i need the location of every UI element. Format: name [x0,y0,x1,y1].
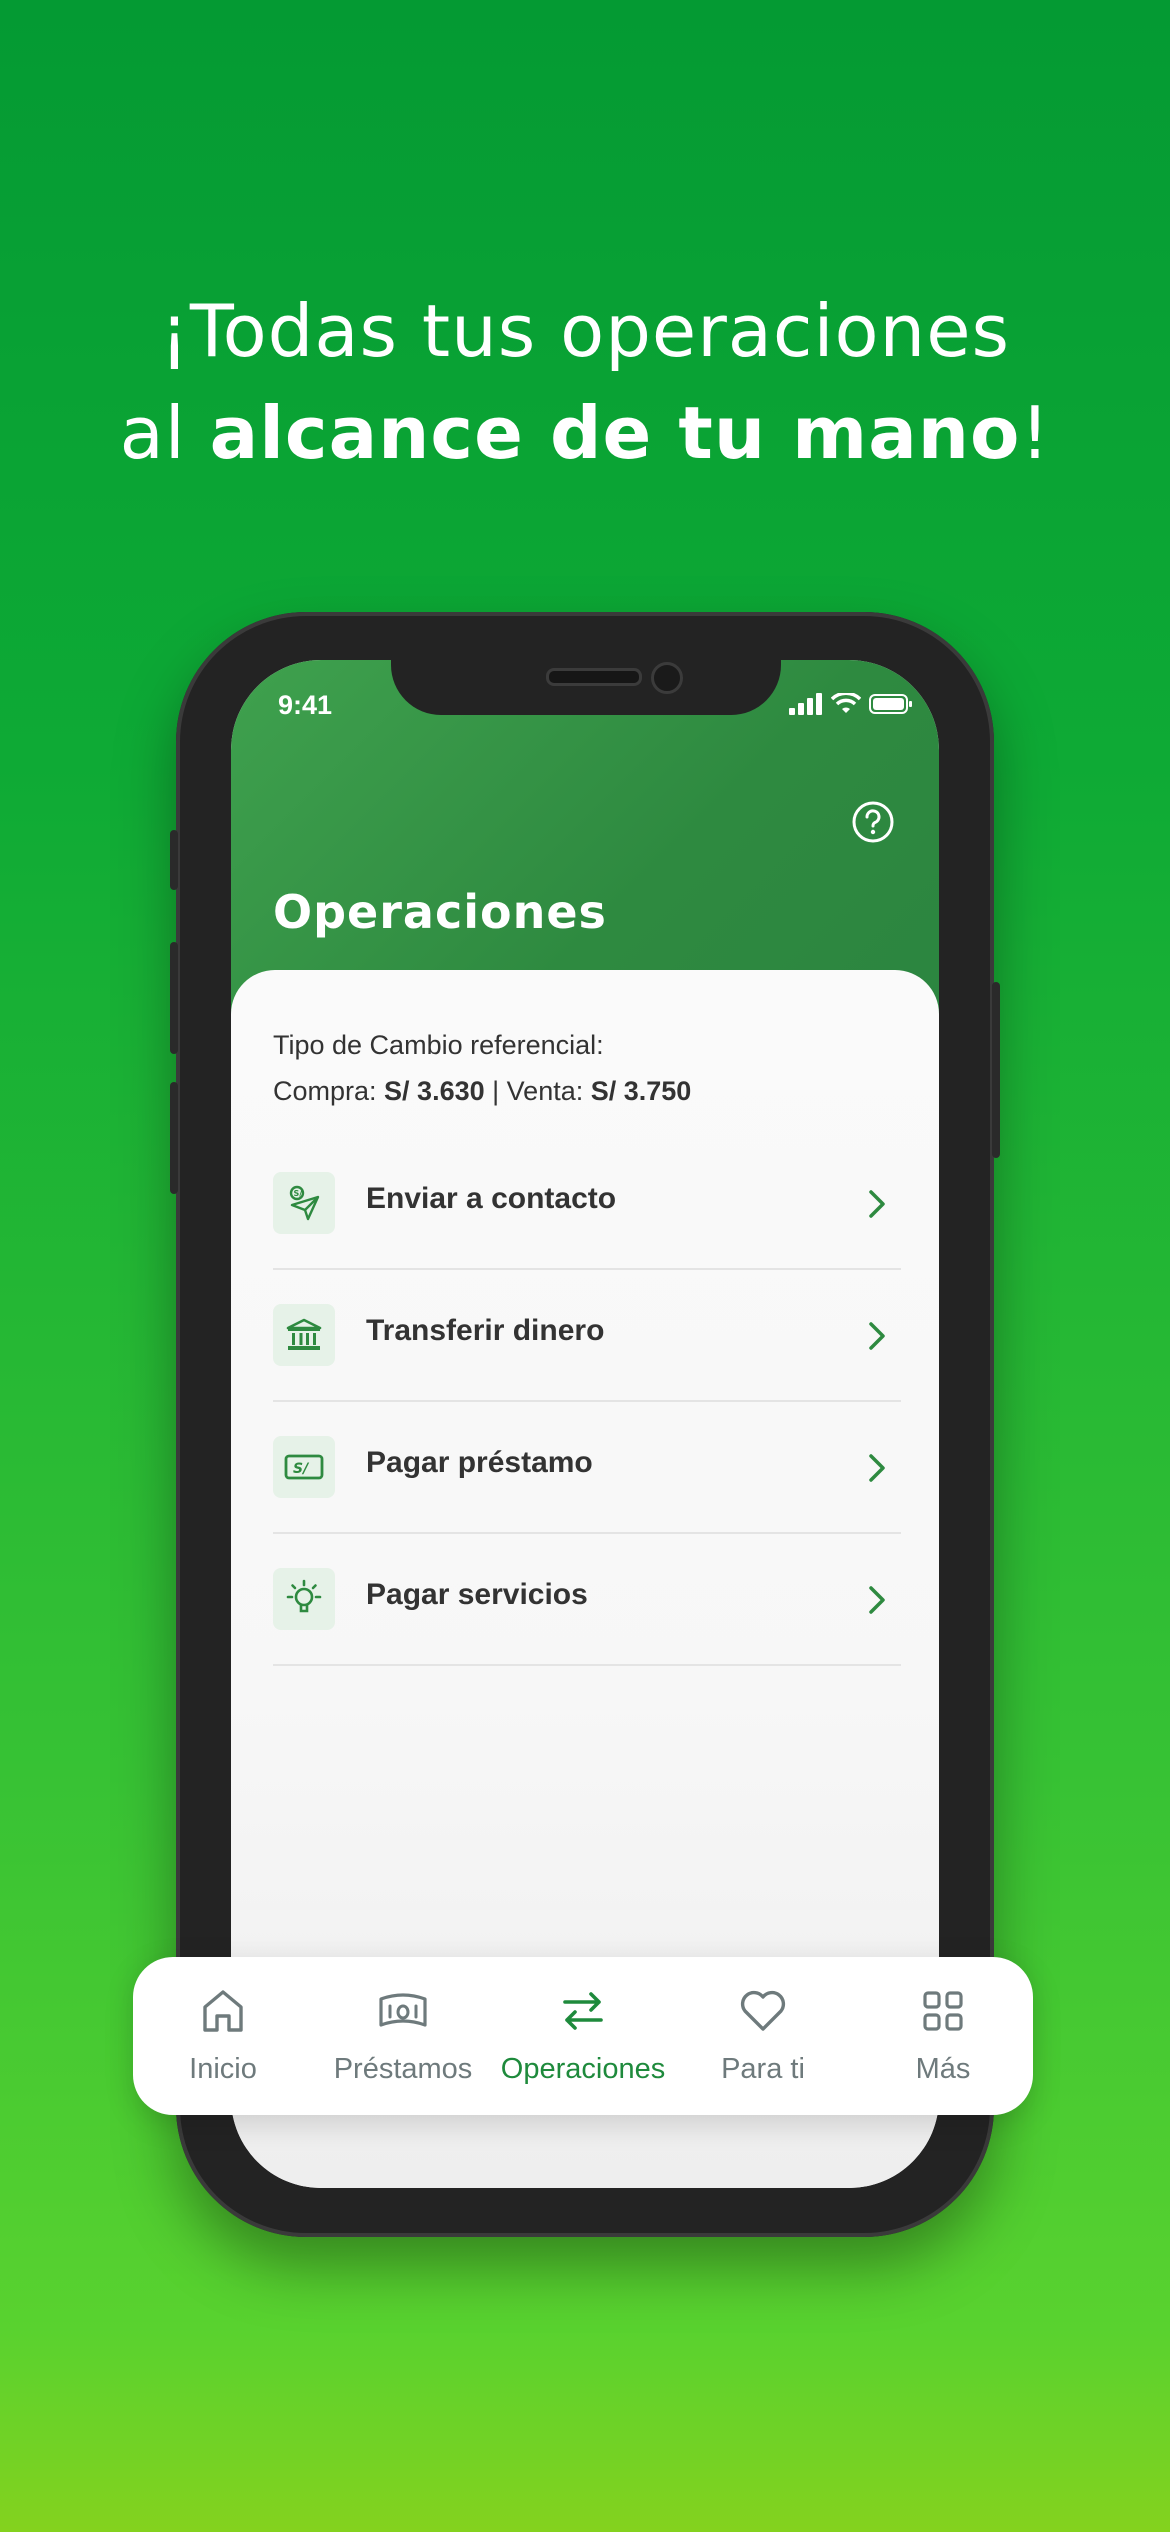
nav-item-inicio[interactable]: Inicio [133,1957,313,2115]
headline-line-2-suffix: ! [1020,391,1051,475]
headline-line-2: al alcance de tu mano! [0,382,1170,484]
phone-notch [391,660,781,715]
nav-item-para-ti[interactable]: Para ti [673,1957,853,2115]
phone-silent-switch [170,830,178,890]
signal-icon [789,693,822,715]
nav-label: Préstamos [333,2053,473,2085]
rate-separator: | [484,1076,507,1106]
home-icon [203,1990,243,2032]
exchange-rate-label: Tipo de Cambio referencial: [273,1030,604,1060]
grid-icon [923,1991,963,2031]
headline-line-1: ¡Todas tus operaciones [160,289,1010,373]
operation-pay-loan[interactable]: S/ Pagar préstamo [273,1402,901,1534]
operation-label: Pagar servicios [366,1578,588,1611]
operation-label: Enviar a contacto [366,1182,617,1215]
battery-icon [869,694,912,714]
chevron-right-icon [869,1322,885,1350]
promo-headline: ¡Todas tus operaciones al alcance de tu … [0,280,1170,484]
operation-pay-services[interactable]: Pagar servicios [273,1534,901,1666]
status-time: 9:41 [278,690,333,720]
nav-label: Más [915,2053,971,2085]
svg-text:S/: S/ [293,1461,310,1477]
headline-line-2-bold: alcance de tu mano [209,391,1021,475]
screen-title: Operaciones [273,885,607,939]
sell-label: Venta: [506,1076,591,1106]
bank-icon [273,1304,335,1366]
sell-value: S/ 3.750 [590,1076,692,1106]
svg-text:S/: S/ [294,1189,303,1198]
nav-label: Para ti [721,2053,805,2085]
front-camera [651,662,683,694]
transfer-arrows-icon [563,1992,603,2030]
headline-line-2-prefix: al [119,391,210,475]
money-icon [379,1993,427,2027]
operation-transfer-money[interactable]: Transferir dinero [273,1270,901,1402]
chevron-right-icon [869,1454,885,1482]
operations-list: S/ Enviar a contacto Transferir dinero S… [273,1138,901,1666]
soles-bill-icon: S/ [273,1436,335,1498]
speaker-grille [546,668,642,686]
phone-power-button [992,982,1000,1158]
exchange-rate-values: Compra: S/ 3.630 | Venta: S/ 3.750 [273,1068,691,1114]
status-icons [789,693,913,715]
operation-send-contact[interactable]: S/ Enviar a contacto [273,1138,901,1270]
phone-volume-up [170,942,178,1054]
buy-label: Compra: [273,1076,385,1106]
help-icon[interactable] [851,800,895,844]
send-contact-icon: S/ [273,1172,335,1234]
nav-label: Operaciones [500,2053,666,2085]
nav-item-operaciones[interactable]: Operaciones [493,1957,673,2115]
exchange-rate: Tipo de Cambio referencial: Compra: S/ 3… [273,1022,691,1114]
wifi-icon [831,693,861,713]
nav-label: Inicio [189,2053,257,2085]
operation-label: Pagar préstamo [366,1446,593,1479]
bottom-navigation: Inicio Préstamos Operaciones Para ti Más [133,1957,1033,2115]
chevron-right-icon [869,1586,885,1614]
nav-item-mas[interactable]: Más [853,1957,1033,2115]
operation-label: Transferir dinero [366,1314,605,1347]
nav-item-prestamos[interactable]: Préstamos [313,1957,493,2115]
heart-icon [740,1990,786,2031]
phone-volume-down [170,1082,178,1194]
lightbulb-icon [273,1568,335,1630]
chevron-right-icon [869,1190,885,1218]
buy-value: S/ 3.630 [384,1076,485,1106]
